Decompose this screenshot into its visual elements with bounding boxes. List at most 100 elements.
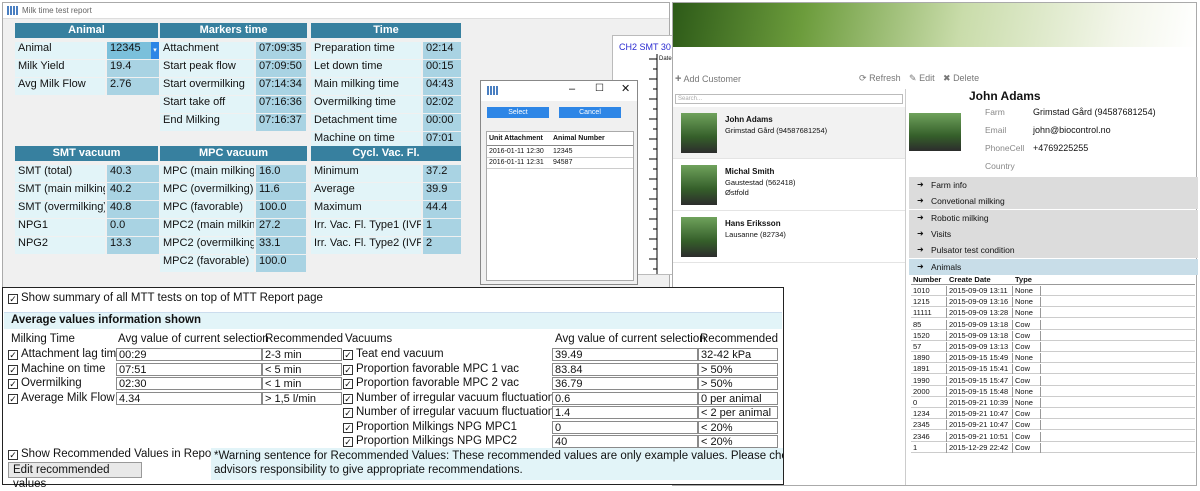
table-row[interactable]: 2016-01-11 12:30 12345 [487,147,633,158]
nav-item-animals[interactable]: ➜ Animals [909,258,1198,275]
avg-value-field[interactable]: 1.4 [552,406,698,419]
table-row[interactable]: 2346 2015-09-21 10:51 Cow [911,431,1195,442]
refresh-button[interactable]: ⟳ Refresh [859,73,901,84]
table-row[interactable]: 1990 2015-09-15 15:47 Cow [911,375,1195,386]
close-icon[interactable]: ✕ [621,82,630,95]
checkbox-checked[interactable]: ✓ [343,350,353,360]
vacuum-metric-row[interactable]: ✓ Proportion Milkings NPG MPC1 [343,421,517,433]
vacuum-metric-row[interactable]: ✓ Number of irregular vacuum fluctuations… [343,406,570,418]
avg-value-field[interactable]: 0 [552,420,698,434]
customer-list-item[interactable]: Michal Smith Gaustestad (562418) Østfold [673,159,905,211]
avg-value-field[interactable]: 00:29 [116,348,262,361]
table-cell: 2015-09-21 10:47 [947,420,1013,431]
dropdown-icon[interactable]: ▾ [151,42,159,59]
select-button[interactable]: Select [487,107,549,118]
show-recommended-checkbox[interactable]: ✓ Show Recommended Values in Report [8,448,218,460]
show-summary-checkbox[interactable]: ✓ Show summary of all MTT tests on top of… [8,292,323,304]
checkbox-checked[interactable]: ✓ [343,408,353,418]
table-row[interactable]: 1 2015-12-29 22:42 Cow [911,442,1195,453]
milking-metric-row[interactable]: ✓ Overmilking [8,377,82,389]
minimize-icon[interactable]: – [569,83,575,95]
recommended-field[interactable]: < 1 min [262,377,342,390]
table-cell: 2015-09-09 13:16 [947,297,1013,308]
checkbox-checked[interactable]: ✓ [8,393,18,404]
edit-recommended-button[interactable]: Edit recommended values [8,462,142,490]
recommended-field[interactable]: < 2 per animal [698,406,778,419]
edit-button[interactable]: ✎ Edit [909,73,935,84]
recommended-field[interactable]: < 20% [698,420,778,434]
time-value: 02:02 [423,96,461,113]
checkbox-checked[interactable]: ✓ [8,294,18,304]
vacuum-metric-row[interactable]: ✓ Proportion favorable MPC 2 vac [343,377,519,389]
customer-photo [681,217,717,257]
vacuum-metric-row[interactable]: ✓ Number of irregular vacuum fluctuations [343,392,560,404]
table-row[interactable]: 1010 2015-09-09 13:11 None [911,286,1195,296]
avg-value-field[interactable]: 83.84 [552,362,698,376]
markers-label: Start peak flow [160,60,254,77]
checkbox-checked[interactable]: ✓ [343,379,353,389]
table-row[interactable]: 1215 2015-09-09 13:16 None [911,297,1195,308]
table-row[interactable]: 85 2015-09-09 13:18 Cow [911,319,1195,330]
avg-value-field[interactable]: 4.34 [116,391,262,405]
table-row[interactable]: 57 2015-09-09 13:13 Cow [911,342,1195,352]
recommended-field[interactable]: > 50% [698,362,778,376]
nav-item-visits[interactable]: ➜ Visits [909,225,1198,242]
table-row[interactable]: 1520 2015-09-09 13:18 Cow [911,330,1195,341]
avg-value-field[interactable]: 36.79 [552,377,698,390]
customer-list-item[interactable]: John Adams Grimstad Gård (94587681254) [673,107,905,159]
avg-value-field[interactable]: 40 [552,435,698,448]
table-row[interactable]: 1234 2015-09-21 10:47 Cow [911,409,1195,420]
search-input[interactable]: Search... [675,94,903,104]
avg-value-field[interactable]: 39.49 [552,348,698,361]
recommended-field[interactable]: 32-42 kPa [698,348,778,361]
add-customer-button[interactable]: + Add Customer [675,73,741,85]
table-cell: 85 [911,319,947,330]
nav-item-robotic-milking[interactable]: ➜ Robotic milking [909,209,1198,226]
mpc-label: MPC2 (favorable) [160,255,254,272]
avg-value-field[interactable]: 02:30 [116,377,262,390]
vacuum-metric-row[interactable]: ✓ Proportion favorable MPC 1 vac [343,363,519,375]
checkbox-checked[interactable]: ✓ [343,422,353,433]
table-row[interactable]: 2016-01-11 12:31 94587 [487,158,633,169]
table-row[interactable]: 2345 2015-09-21 10:47 Cow [911,420,1195,431]
recommended-field[interactable]: < 5 min [262,362,342,376]
smt-label: NPG2 [15,237,105,254]
checkbox-checked[interactable]: ✓ [343,364,353,375]
checkbox-checked[interactable]: ✓ [343,437,353,447]
nav-item-pulsator-test-condition[interactable]: ➜ Pulsator test condition [909,242,1198,259]
checkbox-checked[interactable]: ✓ [8,364,18,375]
table-row[interactable]: 11111 2015-09-09 13:28 None [911,308,1195,319]
table-row[interactable]: 1891 2015-09-15 15:41 Cow [911,364,1195,375]
recommended-field[interactable]: 0 per animal [698,391,778,405]
vacuum-metric-row[interactable]: ✓ Teat end vacuum [343,348,444,360]
table-cell: 2015-09-15 15:47 [947,375,1013,386]
avg-value-field[interactable]: 0.6 [552,391,698,405]
maximize-icon[interactable]: ☐ [595,83,604,94]
avg-value-field[interactable]: 07:51 [116,362,262,376]
recommended-field[interactable]: > 1,5 l/min [262,391,342,405]
checkbox-checked[interactable]: ✓ [8,350,18,360]
mpc-label: MPC (overmilking) [160,183,254,200]
customer-detail: Gaustestad (562418) [725,178,796,187]
table-row[interactable]: 2000 2015-09-15 15:48 None [911,386,1195,397]
nav-item-convetional-milking[interactable]: ➜ Convetional milking [909,193,1198,210]
customer-list-item[interactable]: Hans Eriksson Lausanne (82734) [673,211,905,263]
recommended-field[interactable]: > 50% [698,377,778,390]
vacuum-metric-row[interactable]: ✓ Proportion Milkings NPG MPC2 [343,435,517,447]
table-row[interactable]: 1890 2015-09-15 15:49 None [911,353,1195,364]
milking-metric-row[interactable]: ✓ Average Milk Flow [8,392,115,404]
table-row[interactable]: 0 2015-09-21 10:39 None [911,398,1195,408]
delete-button[interactable]: ✖ Delete [943,73,979,84]
checkbox-checked[interactable]: ✓ [8,379,18,389]
email-value[interactable]: john@biocontrol.no [1033,125,1111,135]
checkbox-checked[interactable]: ✓ [343,393,353,404]
table-cell: Cow [1013,442,1041,453]
recommended-field[interactable]: < 20% [698,435,778,448]
recommended-field[interactable]: 2-3 min [262,348,342,361]
milking-metric-row[interactable]: ✓ Attachment lag time [8,348,123,360]
cancel-button[interactable]: Cancel [559,107,621,118]
cell-animal-number: 12345 [553,148,573,155]
milking-metric-row[interactable]: ✓ Machine on time [8,363,105,375]
checkbox-checked[interactable]: ✓ [8,450,18,460]
nav-item-farm-info[interactable]: ➜ Farm info [909,177,1198,193]
